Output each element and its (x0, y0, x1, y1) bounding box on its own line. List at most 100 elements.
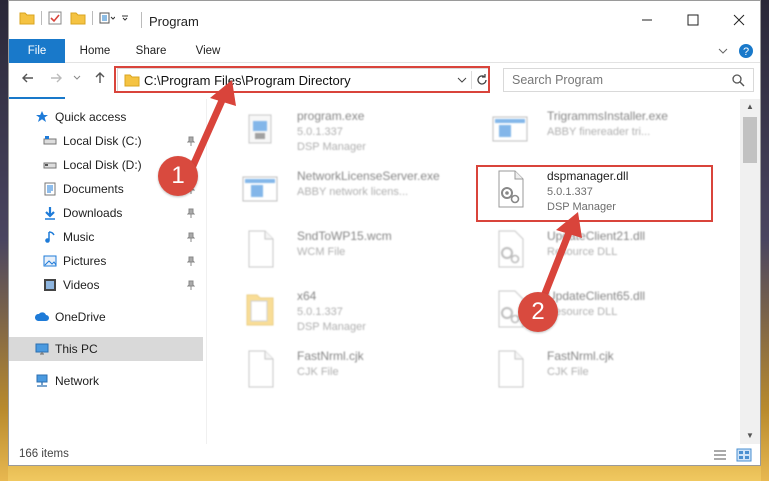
videos-icon (44, 279, 56, 291)
generic-file-icon (248, 350, 274, 388)
svg-text:?: ? (743, 46, 749, 58)
maximize-button[interactable] (670, 1, 716, 39)
folder-icon (19, 12, 35, 25)
up-arrow-icon[interactable] (93, 71, 107, 85)
file-name: FastNrml.cjk (547, 349, 614, 363)
dll-highlight-box (476, 165, 713, 222)
properties-icon[interactable] (48, 11, 62, 25)
sidebar-item-music[interactable]: Music (9, 225, 203, 249)
file-item-trigramms-installer[interactable]: TrigrammsInstaller.exe ABBY finereader t… (467, 101, 707, 161)
sidebar-item-this-pc[interactable]: This PC (9, 337, 203, 361)
desktop-background-left (0, 0, 8, 481)
expand-ribbon-icon[interactable] (718, 47, 728, 55)
minimize-button[interactable] (624, 1, 670, 39)
quick-access-toolbar (19, 11, 129, 25)
download-icon (45, 207, 55, 220)
tab-share[interactable]: Share (125, 39, 177, 63)
sidebar-item-quick-access[interactable]: Quick access (9, 105, 203, 129)
network-icon (36, 374, 48, 387)
scroll-down-icon[interactable]: ▼ (740, 428, 760, 444)
sidebar-item-network[interactable]: Network (9, 369, 203, 393)
file-item-sndtowp15-wcm[interactable]: SndToWP15.wcm WCM File (217, 221, 457, 281)
file-name: UpdateClient65.dll (547, 289, 646, 303)
installer-icon (242, 176, 278, 202)
file-list: program.exe 5.0.1.337 DSP Manager Trigra… (207, 99, 740, 444)
file-name: FastNrml.cjk (297, 349, 364, 363)
sidebar-item-label: Music (63, 230, 95, 244)
file-type: WCM File (297, 246, 346, 258)
sidebar-item-videos[interactable]: Videos (9, 273, 203, 297)
file-item-program-exe[interactable]: program.exe 5.0.1.337 DSP Manager (217, 101, 457, 161)
pin-icon[interactable] (187, 136, 195, 146)
item-count: 166 items (19, 448, 69, 460)
file-item-network-license-server[interactable]: NetworkLicenseServer.exe ABBY network li… (217, 161, 457, 221)
chevron-down-icon[interactable] (121, 14, 129, 22)
pictures-icon (43, 255, 57, 267)
sidebar-item-pictures[interactable]: Pictures (9, 249, 203, 273)
file-name: x64 (297, 289, 317, 303)
sidebar-item-local-disk-c[interactable]: Local Disk (C:) (9, 129, 203, 153)
close-icon (733, 14, 745, 26)
desktop-background-right (761, 0, 769, 481)
scrollbar-thumb[interactable] (743, 117, 757, 163)
pin-icon[interactable] (187, 256, 195, 266)
sidebar-item-label: OneDrive (55, 310, 106, 324)
search-input[interactable]: Search Program (503, 68, 754, 92)
sidebar-item-downloads[interactable]: Downloads (9, 201, 203, 225)
title-bar: Program (9, 1, 760, 39)
maximize-icon (687, 14, 699, 26)
sidebar-item-label: Pictures (63, 254, 107, 268)
tab-view[interactable]: View (183, 39, 233, 63)
file-type: CJK File (297, 366, 339, 378)
minimize-icon (642, 19, 652, 21)
generic-file-icon (498, 350, 524, 388)
pin-icon[interactable] (187, 280, 195, 290)
file-item-updateclient65-dll[interactable]: UpdateClient65.dll Resource DLL (467, 281, 707, 341)
file-name: TrigrammsInstaller.exe (547, 109, 668, 123)
new-folder-icon[interactable] (70, 11, 86, 25)
tab-home[interactable]: Home (69, 39, 121, 63)
navigation-bar: C:\Program Files\Program Directory Searc… (9, 63, 760, 97)
sidebar-item-label: Local Disk (D:) (63, 158, 142, 172)
file-explorer-window: Program File Home Share View ? C:\Progra… (8, 0, 761, 466)
sidebar-item-onedrive[interactable]: OneDrive (9, 305, 203, 329)
file-name: NetworkLicenseServer.exe (297, 169, 440, 183)
sidebar-item-label: Downloads (63, 206, 123, 220)
file-description: ABBY finereader tri... (547, 126, 651, 138)
installer-icon (492, 116, 528, 142)
sidebar-item-label: Quick access (55, 110, 127, 124)
file-company: DSP Manager (297, 321, 366, 333)
ribbon-tabs: File Home Share View ? (9, 39, 760, 99)
file-item-x64-folder[interactable]: x64 5.0.1.337 DSP Manager (217, 281, 457, 341)
drive-icon (43, 136, 57, 145)
file-version: 5.0.1.337 (297, 126, 343, 138)
folder-icon (246, 294, 274, 326)
file-item-fastnrml-cjk[interactable]: FastNrml.cjk CJK File (467, 341, 707, 401)
close-button[interactable] (716, 1, 760, 39)
dll-file-icon (498, 230, 524, 268)
search-placeholder: Search Program (512, 73, 604, 87)
title-separator (141, 12, 142, 28)
forward-arrow-icon[interactable] (49, 71, 63, 85)
file-item-updateclient21-dll[interactable]: UpdateClient21.dll Resource DLL (467, 221, 707, 281)
back-arrow-icon[interactable] (21, 71, 35, 85)
details-view-icon[interactable] (712, 448, 728, 462)
file-item-fastnrml-cjk[interactable]: FastNrml.cjk CJK File (217, 341, 457, 401)
file-name: program.exe (297, 109, 365, 123)
customize-toolbar-icon[interactable] (99, 11, 115, 25)
file-description: ABBY network licens... (297, 186, 409, 198)
sidebar-item-label: Local Disk (C:) (63, 134, 142, 148)
help-icon[interactable]: ? (738, 43, 754, 59)
recent-locations-icon[interactable] (73, 75, 81, 81)
file-type: Resource DLL (547, 246, 618, 258)
scroll-up-icon[interactable]: ▲ (740, 99, 760, 115)
documents-icon (44, 182, 56, 196)
window-title: Program (149, 14, 199, 29)
step-2-badge: 2 (518, 292, 558, 332)
pin-icon[interactable] (187, 208, 195, 218)
vertical-scrollbar[interactable]: ▲ ▼ (740, 99, 760, 444)
sidebar-item-label: This PC (55, 342, 98, 356)
computer-icon (35, 343, 49, 355)
pin-icon[interactable] (187, 232, 195, 242)
large-icons-view-icon[interactable] (736, 448, 752, 462)
